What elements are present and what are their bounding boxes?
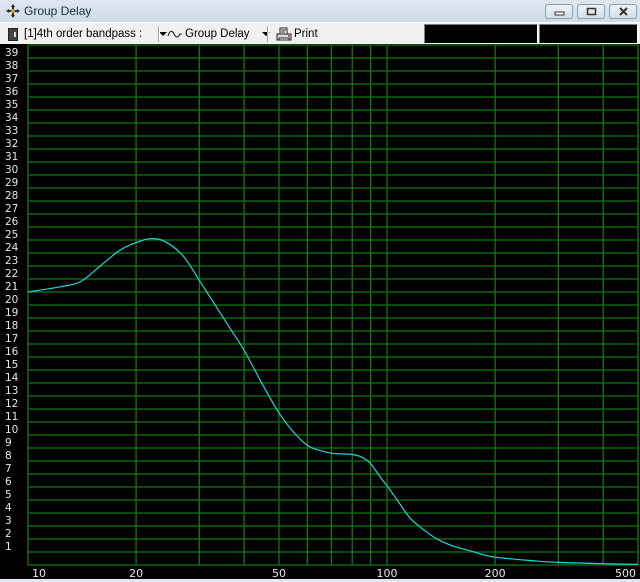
readout-field-2 [539,24,638,44]
y-tick-label: 37 [5,73,18,85]
y-tick-label: 11 [5,411,18,423]
x-tick-label: 20 [129,567,143,579]
y-tick-label: 17 [5,333,18,345]
y-tick-label: 15 [5,359,18,371]
document-icon [8,27,18,41]
graph-selector[interactable]: Group Delay [167,26,270,42]
y-tick-label: 25 [5,229,18,241]
toolbar-divider [158,26,160,42]
y-tick-label: 2 [5,528,12,540]
y-tick-label: 26 [5,216,19,228]
y-tick-label: 38 [5,60,18,72]
y-tick-label: 36 [5,86,19,98]
y-tick-label: 33 [5,125,18,137]
y-tick-label: 14 [5,372,19,384]
y-tick-label: 13 [5,385,18,397]
y-tick-label: 4 [5,502,12,514]
y-tick-label: 35 [5,99,18,111]
y-tick-label: 24 [5,242,19,254]
y-tick-label: 34 [5,112,19,124]
window-title: Group Delay [24,4,92,18]
graph-label: Group Delay [185,28,250,40]
maximize-icon [586,7,597,16]
minimize-icon [554,11,565,16]
toolbar: [1]4th order bandpass : Group Delay Prin… [0,22,640,45]
y-tick-label: 9 [5,437,12,449]
y-tick-label: 21 [5,281,18,293]
maximize-button[interactable] [577,4,605,19]
group-delay-chart: 1 2 3 4 5 6 7 8 9 10 11 12 13 14 15 16 17 18 19 20 21 22 23 24 2… [0,44,640,580]
y-tick-label: 1 [5,541,12,553]
y-tick-label: 28 [5,190,18,202]
y-tick-label: 12 [5,398,18,410]
y-tick-labels: 1234567891011121314151617181920212223242… [5,47,19,553]
y-tick-label: 8 [5,450,12,462]
y-gridlines [28,44,638,566]
y-tick-label: 7 [5,463,12,475]
y-tick-label: 19 [5,307,18,319]
close-icon [619,7,628,16]
project-label: [1]4th order bandpass : [24,28,143,40]
chart-svg: 1234567891011121314151617181920212223242… [5,44,639,580]
y-tick-label: 27 [5,203,18,215]
y-tick-label: 6 [5,476,12,488]
y-tick-label: 39 [5,47,18,59]
y-tick-label: 31 [5,151,18,163]
toolbar-divider [267,26,269,42]
project-selector[interactable]: [1]4th order bandpass : [8,26,168,42]
y-tick-label: 3 [5,515,12,527]
group-delay-curve [27,238,639,565]
y-tick-label: 20 [5,294,18,306]
x-tick-labels: 10 20 50 100 200 500 [32,567,636,580]
x-tick-label: 50 [272,567,286,579]
crosshair-move-icon [6,4,20,18]
waveform-icon [167,30,182,38]
print-button[interactable]: Print [276,26,318,42]
y-tick-label: 10 [5,424,18,436]
x-tick-label: 10 [32,567,46,579]
title-bar: Group Delay [0,0,640,22]
y-tick-label: 22 [5,268,18,280]
y-tick-label: 23 [5,255,18,267]
x-tick-label: 200 [485,567,506,579]
x-tick-label: 500 [615,567,636,579]
minimize-button[interactable] [545,4,573,19]
readout-field-1 [424,24,538,44]
printer-icon [276,27,292,40]
x-tick-label: 100 [377,567,398,579]
y-tick-label: 18 [5,320,18,332]
y-tick-label: 16 [5,346,19,358]
close-button[interactable] [609,4,637,19]
print-label: Print [294,28,318,40]
y-tick-label: 29 [5,177,18,189]
y-tick-label: 32 [5,138,18,150]
y-tick-label: 30 [5,164,18,176]
y-tick-label: 5 [5,489,12,501]
